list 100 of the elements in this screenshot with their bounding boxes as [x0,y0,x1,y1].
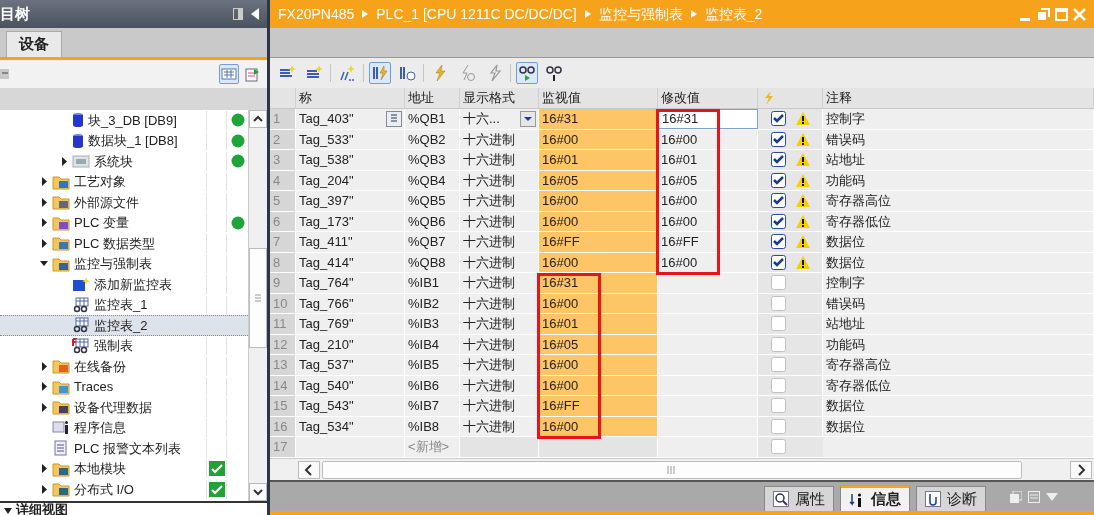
checkbox[interactable] [771,213,786,229]
tree-item[interactable]: 系统块 [0,151,248,172]
panel-tab[interactable]: 信息 [840,486,910,511]
tree-item[interactable]: 块_3_DB [DB9] [0,110,248,131]
row-number: 8 [270,252,296,272]
tree-item[interactable]: 强制表 [0,335,248,356]
column-header[interactable]: 称 [296,88,405,108]
scroll-right-button[interactable] [1070,460,1092,479]
tree-item[interactable]: 添加新监控表 [0,274,248,295]
table-row[interactable]: 11 Tag_769" %IB3 十六进制 16#01 站地址 [270,314,1094,335]
list-picker-icon[interactable] [386,110,402,127]
collapsed-arrow-icon[interactable] [40,361,49,371]
checkbox[interactable] [771,193,786,209]
table-row[interactable]: 3 Tag_538" %QB3 十六进制 16#01 16#01 站地址 [270,150,1094,171]
tree-item[interactable]: 数据块_1 [DB8] [0,130,248,151]
table-row[interactable]: 12 Tag_210" %IB4 十六进制 16#05 功能码 [270,334,1094,355]
tree-item[interactable]: 外部源文件 [0,192,248,213]
tree-item[interactable]: 本地模块 [0,458,248,479]
tree-item[interactable]: PLC 数据类型 [0,233,248,254]
tree-item[interactable]: Traces [0,376,248,397]
checkbox[interactable] [771,316,786,332]
table-cell: %IB5 [405,355,460,375]
tree-item[interactable]: 监控表_1 [0,294,248,315]
scroll-up-button[interactable] [249,110,267,128]
table-row[interactable]: 9 Tag_764" %IB1 十六进制 16#31 控制字 [270,273,1094,294]
table-row[interactable]: 15 Tag_543" %IB7 十六进制 16#FF 数据位 [270,396,1094,417]
table-row[interactable]: 6 Tag_173" %QB6 十六进制 16#00 16#00 寄存器低位 [270,211,1094,232]
checkbox[interactable] [771,418,786,434]
collapsed-arrow-icon[interactable] [40,464,49,474]
scroll-left-button[interactable] [298,460,320,479]
collapsed-arrow-icon[interactable] [40,177,49,187]
table-cell: 数据位 [823,252,1094,272]
tree-item-label: 设备代理数据 [74,398,152,417]
table-row[interactable]: 7 Tag_411" %QB7 十六进制 16#FF 16#FF 数据位 [270,232,1094,253]
tree-item[interactable]: 监控表_2 [0,315,248,336]
table-row[interactable]: 10 Tag_766" %IB2 十六进制 16#00 错误码 [270,293,1094,314]
checkbox[interactable] [771,111,786,127]
table-row[interactable]: 5 Tag_397" %QB5 十六进制 16#00 16#00 寄存器高位 [270,191,1094,212]
column-header[interactable]: 地址 [405,88,460,108]
panel-tab[interactable]: 诊断 [916,486,986,511]
checkbox[interactable] [771,152,786,168]
collapse-icon[interactable] [251,8,259,20]
tree-item[interactable]: 监控与强制表 [0,253,248,274]
checkbox[interactable] [771,398,786,414]
collapsed-arrow-icon[interactable] [40,484,49,494]
tree-item[interactable]: PLC 变量 [0,212,248,233]
tree-toolbar-icon[interactable] [0,66,10,82]
tree-item[interactable]: 设备代理数据 [0,397,248,418]
lightning-list-icon[interactable] [369,62,391,84]
table-row[interactable]: 4 Tag_204" %QB4 十六进制 16#05 16#05 功能码 [270,170,1094,191]
tree-item[interactable]: 程序信息 [0,417,248,438]
table-row[interactable]: 2 Tag_533" %QB2 十六进制 16#00 16#00 错误码 [270,129,1094,150]
scroll-thumb[interactable] [322,460,1022,479]
collapsed-arrow-icon[interactable] [40,382,49,392]
table-row[interactable]: 13 Tag_537" %IB5 十六进制 16#00 寄存器高位 [270,355,1094,376]
table-cell: %IB2 [405,293,460,313]
dock-icon[interactable] [233,8,243,20]
tree-item[interactable]: 在线备份 [0,356,248,377]
column-header[interactable]: 修改值 [658,88,758,108]
column-header[interactable]: 注释 [823,88,1094,108]
folder-icon [52,378,70,395]
panel-tab[interactable]: 属性 [764,486,834,511]
table-row[interactable]: 1 Tag_403" %QB1 十六... 16#31 16#31 控制字 [270,109,1094,130]
column-header[interactable]: 监视值 [539,88,658,108]
collapsed-arrow-icon[interactable] [40,402,49,412]
checkbox[interactable] [771,336,786,352]
collapsed-arrow-icon[interactable] [60,156,69,166]
tree-item[interactable]: PLC 报警文本列表 [0,438,248,459]
grid-icon[interactable] [219,64,239,84]
scroll-thumb[interactable] [249,248,267,348]
checkbox[interactable] [771,357,786,373]
collapsed-arrow-icon[interactable] [40,238,49,248]
table-cell: %IB4 [405,334,460,354]
table-cell: 站地址 [823,314,1094,334]
table-cell: 错误码 [823,293,1094,313]
glasses-play-icon[interactable] [516,62,538,84]
collapsed-arrow-icon[interactable] [40,197,49,207]
checkbox[interactable] [771,131,786,147]
table-row[interactable]: 14 Tag_540" %IB6 十六进制 16#00 寄存器低位 [270,375,1094,396]
column-header[interactable]: 显示格式 [460,88,539,108]
expand-arrow-icon[interactable] [4,507,12,515]
checkbox[interactable] [771,254,786,270]
checkbox[interactable] [771,295,786,311]
tree-item-label: 数据块_1 [DB8] [88,132,178,150]
folder-icon [52,399,70,416]
devices-tab[interactable]: 设备 [6,31,62,57]
checkbox[interactable] [771,275,786,291]
tree-item[interactable]: 分布式 I/O [0,479,248,500]
tree-item-label: 本地模块 [74,460,126,478]
checkbox[interactable] [771,172,786,188]
tree-item-label: 程序信息 [74,419,126,437]
tree-item[interactable]: 工艺对象 [0,171,248,192]
format-dropdown[interactable]: 十六... [460,109,539,129]
table-cell: 功能码 [823,170,1094,190]
tree-item-label: Traces [74,378,114,396]
checkbox[interactable] [771,439,786,455]
checkbox[interactable] [771,377,786,393]
collapsed-arrow-icon[interactable] [40,218,49,228]
checkbox[interactable] [771,234,786,250]
scroll-down-button[interactable] [249,483,267,501]
